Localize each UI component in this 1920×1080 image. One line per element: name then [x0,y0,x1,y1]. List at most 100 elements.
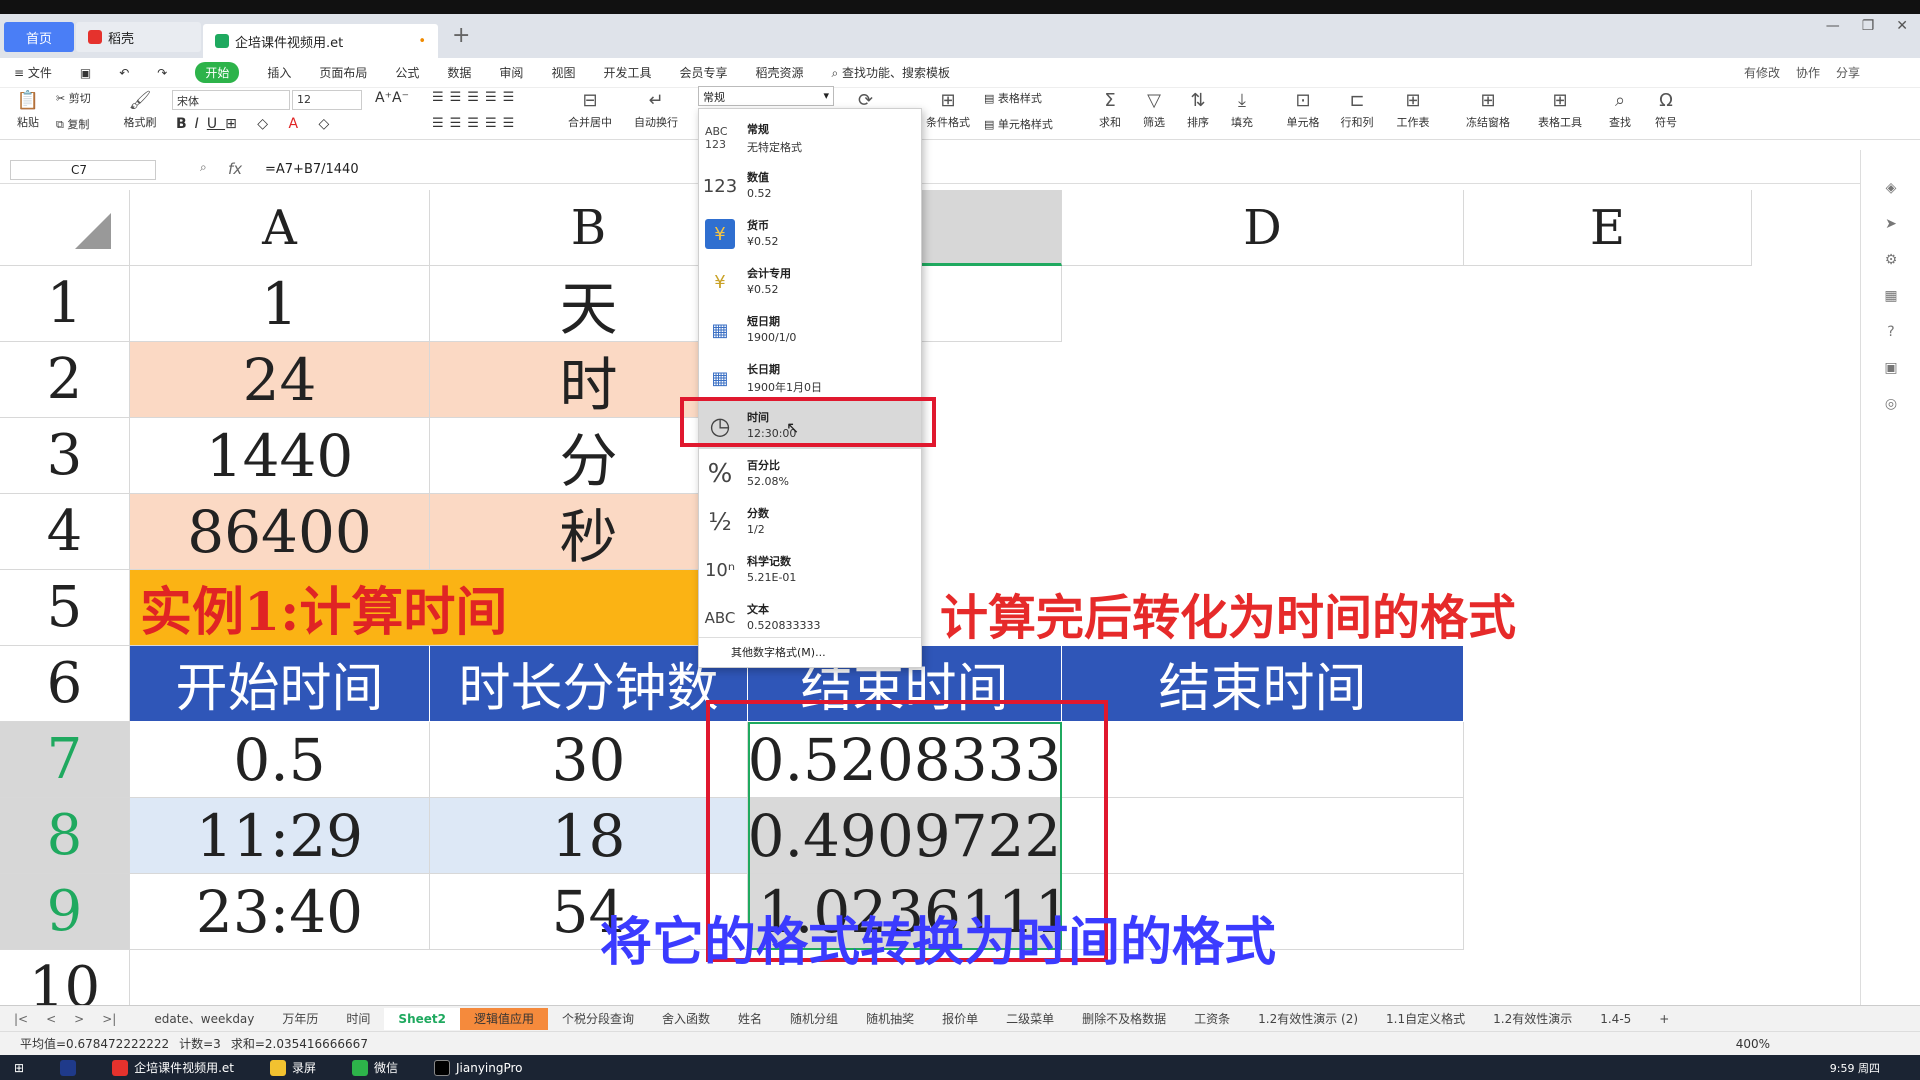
minimize-button[interactable]: — [1826,18,1840,34]
cell-d6[interactable]: 结束时间 [1062,646,1464,722]
table-tools-button[interactable]: ⊞ 表格工具 [1530,88,1590,130]
paste-button[interactable]: 📋 粘贴 [10,88,46,130]
sheet-tab-active[interactable]: Sheet2 [384,1007,460,1030]
select-icon[interactable]: ➤ [1881,216,1901,236]
style-icon[interactable]: ◈ [1881,180,1901,200]
add-sheet-button[interactable]: + [1645,1008,1683,1030]
worksheet-button[interactable]: ⊞ 工作表 [1390,88,1436,130]
font-size-select[interactable]: 12 [292,90,362,110]
sheet-tab[interactable]: 舍入函数 [648,1008,724,1030]
find-button[interactable]: ⌕ 查找 [1600,88,1640,130]
sheet-tab[interactable]: 报价单 [928,1008,992,1030]
tab-home[interactable]: 首页 [4,22,74,52]
help-icon[interactable]: ? [1881,324,1901,344]
sort-button[interactable]: ⇅ 排序 [1178,88,1218,130]
settings-icon[interactable]: ⚙ [1881,252,1901,272]
taskbar-item-jianying[interactable]: JianyingPro [434,1059,523,1076]
freeze-button[interactable]: ⊞ 冻结窗格 [1458,88,1518,130]
more-number-formats[interactable]: 其他数字格式(M)... [699,637,921,666]
row-header-8[interactable]: 8 [0,798,130,874]
font-style-buttons[interactable]: BIU⊞ ◇ A ◇ [176,116,416,132]
share-icon[interactable]: ◎ [1881,396,1901,416]
sheet-tab[interactable]: 二级菜单 [992,1008,1068,1030]
file-menu[interactable]: ≡ 文件 [14,64,52,81]
sheet-tab[interactable]: 逻辑值应用 [459,1007,548,1030]
format-item-fraction[interactable]: ½ 分数 1/2 [699,497,921,545]
font-grow-icon[interactable]: A⁺A⁻ [372,90,412,106]
cell-a4[interactable]: 86400 [130,494,430,570]
rowcol-button[interactable]: ⊏ 行和列 [1334,88,1380,130]
align-top-buttons[interactable]: ☰☰☰☰☰ [432,90,552,105]
start-icon[interactable]: ⊞ [14,1061,24,1075]
filter-button[interactable]: ▽ 筛选 [1134,88,1174,130]
search-feature-input[interactable]: ⌕ 查找功能、搜索模板 [832,64,951,81]
menu-start[interactable]: 开始 [195,62,240,83]
row-header-4[interactable]: 4 [0,494,130,570]
taskbar-item-wechat[interactable]: 微信 [351,1059,398,1076]
save-icon[interactable]: ▣ [80,66,91,80]
cell-a6[interactable]: 开始时间 [130,646,430,722]
next-sheet-icon[interactable]: > [74,1012,84,1026]
cell-a7[interactable]: 0.5 [130,722,430,798]
collaborate-button[interactable]: 协作 [1796,64,1820,81]
menu-page-layout[interactable]: 页面布局 [319,64,367,81]
row-header-6[interactable]: 6 [0,646,130,722]
sheet-tab[interactable]: 时间 [332,1008,384,1030]
sheet-tab[interactable]: 个税分段查询 [548,1008,648,1030]
row-header-7[interactable]: 7 [0,722,130,798]
cell-a5-title[interactable]: 实例1:计算时间 [130,570,748,646]
layout-icon[interactable]: ▦ [1881,288,1901,308]
photoshop-icon[interactable] [60,1059,77,1076]
row-header-3[interactable]: 3 [0,418,130,494]
sheet-tab[interactable]: 工资条 [1180,1008,1244,1030]
row-header-2[interactable]: 2 [0,342,130,418]
col-header-e[interactable]: E [1464,190,1752,266]
undo-icon[interactable]: ↶ [119,66,129,80]
cut-button[interactable]: ✂ 剪切 [56,90,116,106]
format-item-long-date[interactable]: ▦ 长日期 1900年1月0日 [699,353,921,401]
format-item-number[interactable]: 123 数值 0.52 [699,161,921,209]
row-header-9[interactable]: 9 [0,874,130,950]
menu-developer[interactable]: 开发工具 [603,64,651,81]
col-header-a[interactable]: A [130,190,430,266]
last-sheet-icon[interactable]: >| [102,1012,116,1026]
format-item-accounting[interactable]: ¥ 会计专用 ¥0.52 [699,257,921,305]
first-sheet-icon[interactable]: |< [14,1012,28,1026]
cell-a1[interactable]: 1 [130,266,430,342]
sum-button[interactable]: Σ 求和 [1090,88,1130,130]
sheet-tab[interactable]: 随机分组 [776,1008,852,1030]
menu-data[interactable]: 数据 [447,64,471,81]
copy-button[interactable]: ⧉ 复制 [56,116,116,132]
format-item-percent[interactable]: % 百分比 52.08% [699,449,921,497]
font-name-select[interactable]: 宋体 [172,90,290,110]
col-header-d[interactable]: D [1062,190,1464,266]
sheet-tab[interactable]: 随机抽奖 [852,1008,928,1030]
conditional-format-button[interactable]: ⊞ 条件格式 [920,88,976,130]
cell-a3[interactable]: 1440 [130,418,430,494]
cell-d8[interactable] [1062,798,1464,874]
wrap-text-button[interactable]: ↵ 自动换行 [628,88,684,130]
taskbar-item-record[interactable]: 录屏 [269,1059,316,1076]
formula-input[interactable]: =A7+B7/1440 [265,162,359,177]
menu-formula[interactable]: 公式 [395,64,419,81]
cell-b7[interactable]: 30 [430,722,748,798]
format-item-general[interactable]: ABC 123 常规 无特定格式 [699,113,921,161]
redo-icon[interactable]: ↷ [157,66,167,80]
number-format-select[interactable]: 常规 ▾ [698,86,834,106]
taskbar-item-excel[interactable]: 企培课件视频用.et [112,1059,234,1076]
menu-insert[interactable]: 插入 [267,64,291,81]
format-item-currency[interactable]: ¥ 货币 ¥0.52 [699,209,921,257]
row-header-10[interactable]: 10 [0,950,130,1005]
fx-icon[interactable]: fx [228,160,242,178]
modified-indicator[interactable]: 有修改 [1744,64,1780,81]
restore-button[interactable]: ❐ [1862,18,1875,34]
sheet-tab[interactable]: 姓名 [724,1008,776,1030]
format-item-text[interactable]: ABC 文本 0.520833333 [699,593,921,641]
cell-b8[interactable]: 18 [430,798,748,874]
cell-button[interactable]: ⊡ 单元格 [1280,88,1326,130]
row-header-5[interactable]: 5 [0,570,130,646]
format-painter-button[interactable]: 🖌 格式刷 [120,88,160,130]
select-all-corner[interactable] [0,190,130,266]
row-header-1[interactable]: 1 [0,266,130,342]
cell-d7[interactable] [1062,722,1464,798]
